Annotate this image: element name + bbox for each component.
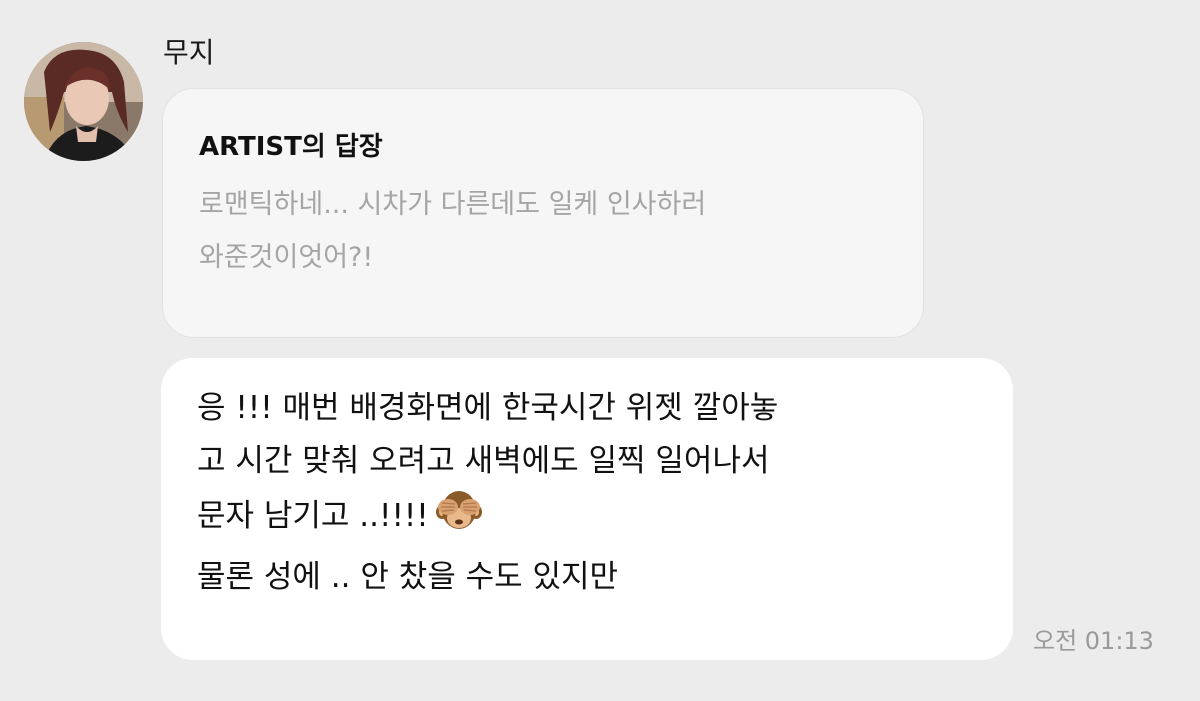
message-line: 고 시간 맞춰 오려고 새벽에도 일찍 일어나서 bbox=[197, 443, 770, 479]
message-line-with-emoji: 문자 남기고 ..!!!! bbox=[197, 488, 977, 551]
profile-photo-icon bbox=[24, 42, 143, 161]
sender-name: 무지 bbox=[163, 36, 215, 69]
avatar[interactable] bbox=[24, 42, 143, 161]
message-line: 응 !!! 매번 배경화면에 한국시간 위젯 깔아놓 bbox=[197, 390, 779, 426]
quoted-reply-line: 와준것이엇어?! bbox=[199, 242, 374, 273]
message-line-text: 문자 남기고 ..!!!! bbox=[197, 498, 429, 534]
quoted-reply-bubble[interactable]: ARTIST의 답장 로맨틱하네... 시차가 다른데도 일케 인사하러 와준것… bbox=[162, 88, 924, 338]
message-timestamp: 오전 01:13 bbox=[1033, 627, 1154, 655]
quoted-reply-line: 로맨틱하네... 시차가 다른데도 일케 인사하러 bbox=[199, 189, 707, 220]
message-line: 물론 성에 .. 안 찼을 수도 있지만 bbox=[197, 559, 619, 595]
message-bubble[interactable]: 응 !!! 매번 배경화면에 한국시간 위젯 깔아놓 고 시간 맞춰 오려고 새… bbox=[161, 358, 1013, 660]
see-no-evil-monkey-icon bbox=[435, 488, 483, 551]
quoted-reply-title: ARTIST의 답장 bbox=[199, 132, 383, 162]
quoted-reply-text: 로맨틱하네... 시차가 다른데도 일케 인사하러 와준것이엇어?! bbox=[199, 178, 887, 284]
